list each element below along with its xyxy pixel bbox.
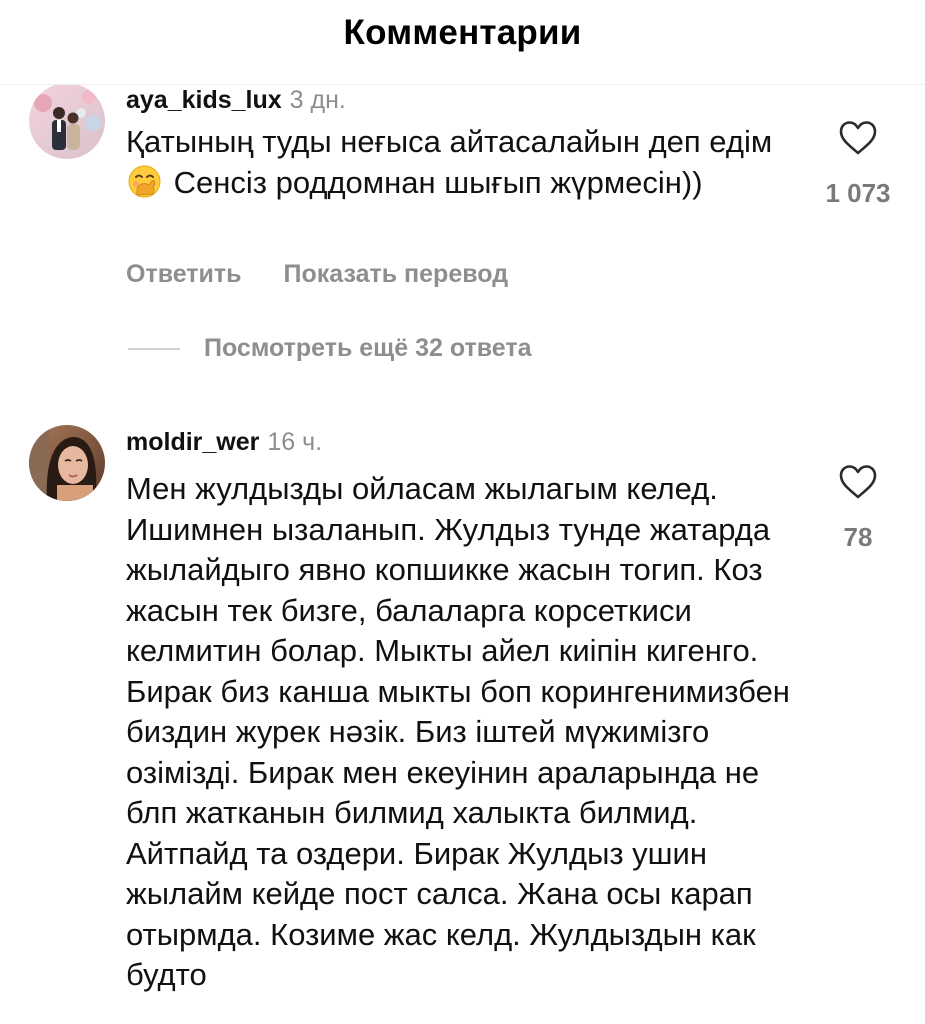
- like-count: 78: [843, 522, 873, 552]
- page-title: Комментарии: [343, 13, 582, 52]
- username[interactable]: moldir_wer: [126, 428, 259, 456]
- comment-text: Мен жулдызды ойласам жылагым келед. Ишим…: [126, 471, 790, 992]
- comment-header: moldir_wer 16 ч.: [126, 427, 322, 457]
- like-group: 78: [803, 464, 913, 553]
- bottom-fade: [0, 1002, 925, 1024]
- avatar[interactable]: [29, 425, 105, 501]
- heart-outline-icon[interactable]: [838, 464, 878, 500]
- comment-item: moldir_wer 16 ч. Мен жулдызды ойласам жыл…: [0, 0, 925, 1024]
- timestamp: 16 ч.: [267, 428, 323, 456]
- comments-header: Комментарии: [0, 0, 925, 84]
- header-divider: [0, 84, 925, 85]
